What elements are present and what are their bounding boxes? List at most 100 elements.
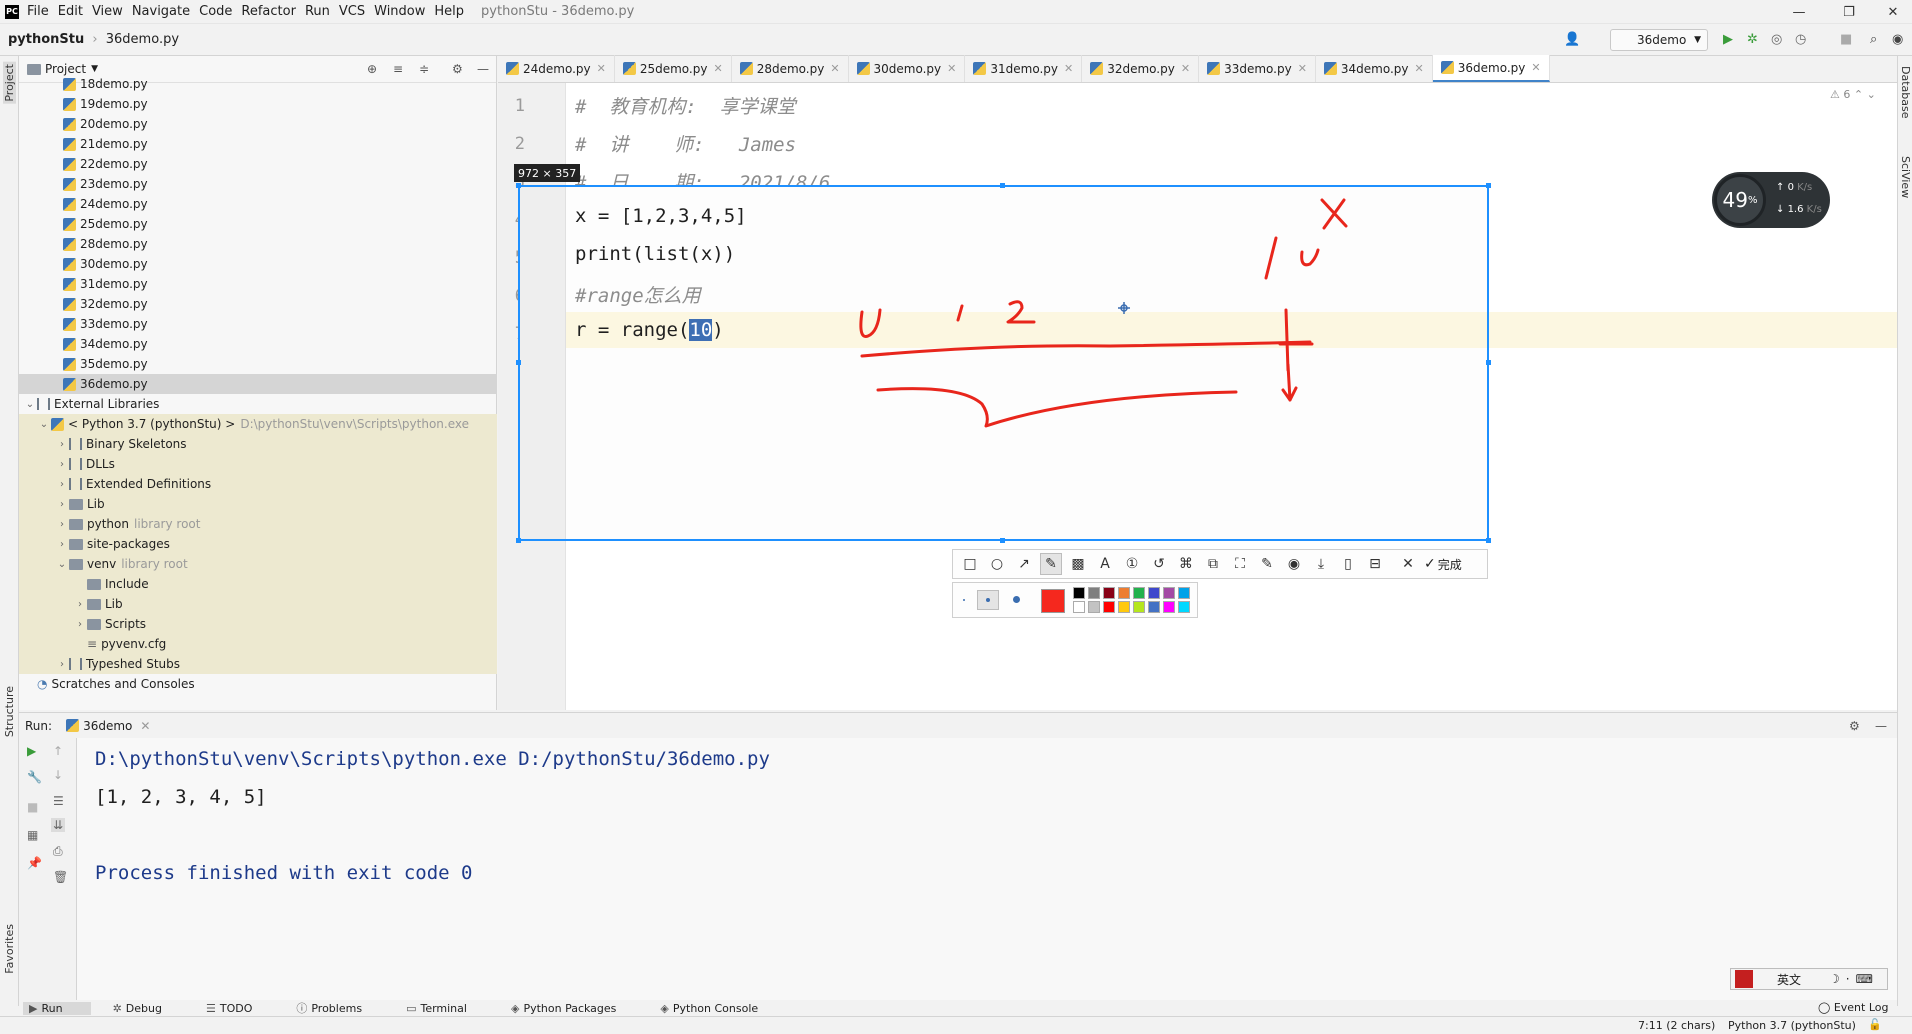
annotation-stroke [1320,198,1348,230]
annotation-stroke [1006,300,1036,324]
run-tab[interactable]: 36demo ✕ [66,719,150,733]
down-icon[interactable]: ↓ [53,768,63,782]
rectangle-icon[interactable]: □ [959,553,981,575]
bottom-tab-run[interactable]: ▶ Run [23,1001,91,1015]
tool-icon: ⓘ [296,1002,308,1015]
arrow-icon[interactable]: ↗ [1013,553,1035,575]
undo-icon[interactable]: ↺ [1148,553,1170,575]
annotation-stroke [1264,236,1278,280]
color-swatch[interactable] [1163,587,1175,599]
check-icon: ✓ [1424,556,1436,572]
pin-icon[interactable]: 📌 [27,856,42,870]
color-swatch[interactable] [1118,587,1130,599]
print-icon[interactable]: ⎙ [53,844,63,859]
lock-icon[interactable]: 🔓 [1868,1018,1882,1031]
ime-toolbar[interactable]: 英文 ☽ · ⌨ [1730,968,1888,990]
pen-icon[interactable]: ✎ [1040,553,1062,575]
color-swatch[interactable] [1103,587,1115,599]
bottom-tool-tabs: ▶ Run ✲ Debug ☰ TODO ⓘ Problems ▭ Terminal ◈ Python… [19,1000,1897,1016]
color-swatch[interactable] [1103,601,1115,613]
annotation-stroke [1300,248,1320,267]
tool-icon: ◈ [660,1001,669,1015]
annotation-stroke [860,340,1312,358]
soft-wrap-icon[interactable]: ☰ [53,794,64,808]
bookmark-icon[interactable]: ⊟ [1364,553,1386,575]
layout-icon[interactable]: ▦ [27,828,38,842]
run-panel-header: Run: 36demo ✕ ⚙ — [19,712,1897,738]
annotation-stroke [859,308,882,338]
cursor-position[interactable]: 7:11 (2 chars) [1638,1019,1715,1032]
tool-icon: ◈ [510,1001,520,1015]
tool-icon: ☰ [205,1001,216,1015]
text-icon[interactable]: A [1094,553,1116,575]
mosaic-icon[interactable]: ▩ [1067,553,1089,575]
event-log-button[interactable]: ◯ Event Log [1818,1001,1888,1014]
color-swatch[interactable] [1163,601,1175,613]
translate-icon[interactable]: ⧉ [1202,553,1224,575]
color-swatch[interactable] [1088,587,1100,599]
bottom-tab-terminal[interactable]: ▭ Terminal [406,1002,489,1015]
brush-medium-button[interactable] [977,590,999,610]
tool-icon: ▶ [29,1001,38,1015]
stop-icon[interactable]: ■ [27,800,38,814]
moon-icon: ☽ [1829,972,1840,986]
ocr-icon[interactable]: ⌘ [1175,553,1197,575]
trash-icon[interactable]: 🗑 [53,870,68,884]
brush-large-icon[interactable] [1013,596,1020,603]
brush-small-icon[interactable] [963,599,965,601]
color-swatch[interactable] [1178,587,1190,599]
status-bar: 7:11 (2 chars) Python 3.7 (pythonStu) 🔓 [0,1016,1912,1034]
run-label: Run: [25,718,53,733]
ellipse-icon[interactable]: ○ [986,553,1008,575]
color-swatch[interactable] [1118,601,1130,613]
color-swatch[interactable] [1073,601,1085,613]
bottom-tab-python-packages[interactable]: ◈ Python Packages [511,1002,638,1015]
color-swatch[interactable] [1178,601,1190,613]
bottom-tab-python-console[interactable]: ◈ Python Console [660,1002,780,1015]
scroll-to-end-icon[interactable]: ⇊ [51,818,66,832]
console-line: [1, 2, 3, 4, 5] [95,786,267,808]
number-icon[interactable]: ① [1121,553,1143,575]
pen-options-toolbar [952,582,1198,618]
python-file-icon [66,719,80,732]
done-button[interactable]: ✓ 完成 [1424,556,1462,573]
bottom-tab-debug[interactable]: ✲ Debug [113,1002,184,1015]
ime-mode[interactable]: 英文 [1777,971,1801,988]
annotation-stroke [876,387,1238,428]
console-line: Process finished with exit code 0 [95,862,473,884]
color-swatch[interactable] [1148,587,1160,599]
long-capture-icon[interactable]: ⛶ [1229,553,1251,575]
bottom-tab-todo[interactable]: ☰ TODO [206,1002,274,1015]
capture-toolbar: □ ○ ↗ ✎ ▩ A ① ↺ ⌘ ⧉ ⛶ ✎ ◉ ⤓ ▯ ⊟ ✕ ✓ 完成 [952,549,1488,579]
tool-icon: ✲ [112,1001,122,1015]
ime-logo-icon [1735,970,1753,988]
run-toolbar: ▶ 🔧 ■ ▦ 📌 ↑ ↓ ☰ ⇊ ⎙ 🗑 [19,738,77,1000]
download-icon[interactable]: ⤓ [1310,553,1332,575]
tool-icon: ▭ [406,1001,417,1015]
annotation-stroke [1284,308,1290,372]
color-swatch[interactable] [1148,601,1160,613]
annotation-stroke [956,304,964,322]
console-line: D:\pythonStu\venv\Scripts\python.exe D:/… [95,748,770,770]
rerun-icon[interactable]: ▶ [27,744,36,758]
record-icon[interactable]: ◉ [1283,553,1305,575]
close-icon: ✕ [140,718,151,733]
color-swatch[interactable] [1088,601,1100,613]
color-swatch[interactable] [1133,601,1145,613]
wrench-icon[interactable]: 🔧 [27,770,42,784]
color-swatch[interactable] [1133,587,1145,599]
phone-icon[interactable]: ▯ [1337,553,1359,575]
crosshair-cursor-icon [1118,302,1130,314]
hide-icon[interactable]: — [1875,719,1887,733]
cancel-icon[interactable]: ✕ [1397,553,1419,575]
annotation-stroke [1281,363,1298,402]
punctuation-icon: · [1845,972,1850,986]
bottom-tab-problems[interactable]: ⓘ Problems [296,1000,384,1016]
pin-icon[interactable]: ✎ [1256,553,1278,575]
color-swatch[interactable] [1073,587,1085,599]
interpreter-status[interactable]: Python 3.7 (pythonStu) [1728,1019,1856,1032]
selected-color-swatch[interactable] [1041,589,1065,613]
keyboard-icon: ⌨ [1855,972,1873,986]
gear-icon[interactable]: ⚙ [1849,719,1860,733]
up-icon[interactable]: ↑ [53,744,63,758]
